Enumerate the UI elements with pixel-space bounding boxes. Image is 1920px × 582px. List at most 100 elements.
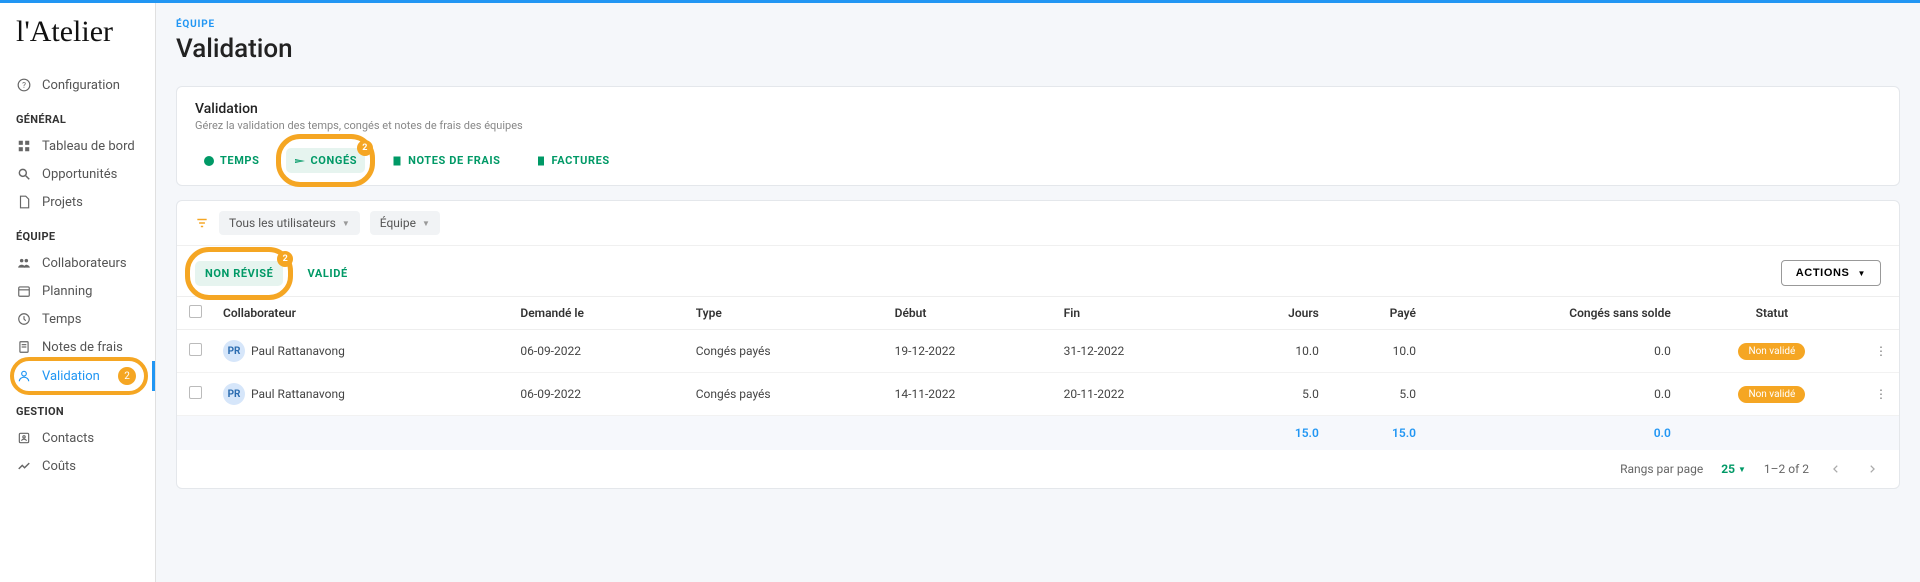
- sidebar-item-couts[interactable]: Coûts: [0, 452, 155, 480]
- notes-icon: [16, 339, 32, 355]
- breadcrumb[interactable]: ÉQUIPE: [176, 19, 1900, 30]
- sidebar-item-label: Collaborateurs: [42, 256, 127, 271]
- sidebar-item-collaborateurs[interactable]: Collaborateurs: [0, 249, 155, 277]
- th-fin[interactable]: Fin: [1054, 297, 1223, 330]
- sidebar-item-planning[interactable]: Planning: [0, 277, 155, 305]
- subtab-valide[interactable]: VALIDÉ: [297, 261, 357, 286]
- subtabs: NON RÉVISÉ 2 VALIDÉ: [195, 261, 358, 286]
- tab-temps[interactable]: TEMPS: [195, 148, 268, 173]
- sidebar-item-label: Configuration: [42, 78, 120, 93]
- th-type[interactable]: Type: [686, 297, 885, 330]
- card-subtitle: Gérez la validation des temps, congés et…: [195, 119, 1881, 132]
- chevron-down-icon: ▼: [1738, 465, 1746, 474]
- sidebar-item-temps[interactable]: Temps: [0, 305, 155, 333]
- total-jours: 15.0: [1223, 416, 1329, 451]
- logo: l'Atelier: [0, 15, 155, 67]
- filter-chip-users[interactable]: Tous les utilisateurs ▼: [219, 211, 360, 235]
- tabs: TEMPS CONGÉS 2 NOTES DE FRAIS FACTURES: [177, 142, 1899, 185]
- sidebar-item-contacts[interactable]: Contacts: [0, 424, 155, 452]
- card-title: Validation: [195, 101, 1881, 117]
- prev-page-button[interactable]: [1827, 460, 1845, 478]
- contacts-icon: [16, 430, 32, 446]
- approve-icon: [16, 368, 32, 384]
- table-row[interactable]: PRPaul Rattanavong 06-09-2022 Congés pay…: [177, 330, 1899, 373]
- magnify-icon: [16, 166, 32, 182]
- page-title: Validation: [176, 34, 1900, 64]
- sidebar-item-notes-frais[interactable]: Notes de frais: [0, 333, 155, 361]
- tab-label: NOTES DE FRAIS: [408, 154, 500, 167]
- cell-fin: 20-11-2022: [1054, 373, 1223, 416]
- cell-jours: 10.0: [1223, 330, 1329, 373]
- tab-label: CONGÉS: [311, 154, 358, 167]
- row-menu-button[interactable]: ⋮: [1875, 387, 1887, 401]
- subtab-non-revise[interactable]: NON RÉVISÉ 2: [195, 261, 283, 286]
- filter-row: Tous les utilisateurs ▼ Équipe ▼: [177, 201, 1899, 246]
- clock-icon: [203, 155, 215, 167]
- row-checkbox[interactable]: [189, 386, 202, 399]
- validation-table: Collaborateur Demandé le Type Début Fin …: [177, 296, 1899, 450]
- th-demande[interactable]: Demandé le: [510, 297, 685, 330]
- clock-icon: [16, 311, 32, 327]
- pagination: Rangs par page 25 ▼ 1–2 of 2: [177, 450, 1899, 488]
- sidebar: l'Atelier ? Configuration GÉNÉRAL Tablea…: [0, 3, 156, 582]
- select-all-checkbox[interactable]: [189, 305, 202, 318]
- chevron-down-icon: ▼: [342, 219, 350, 228]
- avatar: PR: [223, 383, 245, 405]
- sidebar-item-validation[interactable]: Validation 2: [0, 361, 155, 391]
- row-checkbox[interactable]: [189, 343, 202, 356]
- row-menu-button[interactable]: ⋮: [1875, 344, 1887, 358]
- sidebar-item-label: Tableau de bord: [42, 139, 135, 154]
- totals-row: 15.0 15.0 0.0: [177, 416, 1899, 451]
- th-debut[interactable]: Début: [885, 297, 1054, 330]
- data-card: Tous les utilisateurs ▼ Équipe ▼ NON RÉV…: [176, 200, 1900, 489]
- th-paye[interactable]: Payé: [1329, 297, 1426, 330]
- th-sans-solde[interactable]: Congés sans solde: [1426, 297, 1681, 330]
- tab-notes-frais[interactable]: NOTES DE FRAIS: [383, 148, 508, 173]
- cell-demande: 06-09-2022: [510, 330, 685, 373]
- sidebar-item-opportunites[interactable]: Opportunités: [0, 160, 155, 188]
- actions-label: ACTIONS: [1796, 267, 1850, 279]
- th-collaborateur[interactable]: Collaborateur: [213, 297, 510, 330]
- tab-badge: 2: [357, 140, 373, 156]
- people-icon: [16, 255, 32, 271]
- sidebar-item-projets[interactable]: Projets: [0, 188, 155, 216]
- flight-icon: [294, 155, 306, 167]
- tab-label: TEMPS: [220, 154, 260, 167]
- subtab-badge: 2: [277, 251, 293, 267]
- table-row[interactable]: PRPaul Rattanavong 06-09-2022 Congés pay…: [177, 373, 1899, 416]
- notes-icon: [391, 155, 403, 167]
- cell-debut: 14-11-2022: [885, 373, 1054, 416]
- cell-type: Congés payés: [686, 330, 885, 373]
- chevron-down-icon: ▼: [1857, 269, 1866, 278]
- receipt-icon: [535, 155, 547, 167]
- tab-conges[interactable]: CONGÉS 2: [286, 148, 366, 173]
- sidebar-item-configuration[interactable]: ? Configuration: [0, 71, 155, 99]
- sidebar-badge: 2: [118, 367, 136, 385]
- file-icon: [16, 194, 32, 210]
- chip-label: Équipe: [380, 216, 416, 230]
- sidebar-item-label: Coûts: [42, 459, 76, 474]
- filter-chip-equipe[interactable]: Équipe ▼: [370, 211, 440, 235]
- sidebar-item-label: Contacts: [42, 431, 94, 446]
- sidebar-item-label: Validation: [42, 369, 100, 384]
- pagination-range: 1–2 of 2: [1764, 462, 1809, 476]
- next-page-button[interactable]: [1863, 460, 1881, 478]
- th-jours[interactable]: Jours: [1223, 297, 1329, 330]
- subtab-label: NON RÉVISÉ: [205, 267, 273, 280]
- tab-factures[interactable]: FACTURES: [527, 148, 618, 173]
- actions-button[interactable]: ACTIONS ▼: [1781, 260, 1881, 286]
- rows-per-page-select[interactable]: 25 ▼: [1721, 462, 1746, 476]
- th-statut[interactable]: Statut: [1681, 297, 1863, 330]
- validation-card: Validation Gérez la validation des temps…: [176, 86, 1900, 186]
- filter-icon[interactable]: [195, 216, 209, 230]
- sidebar-item-label: Projets: [42, 195, 83, 210]
- dashboard-icon: [16, 138, 32, 154]
- status-badge: Non validé: [1738, 386, 1805, 403]
- status-badge: Non validé: [1738, 343, 1805, 360]
- chip-label: Tous les utilisateurs: [229, 216, 336, 230]
- collaborateur-name: Paul Rattanavong: [251, 387, 345, 401]
- help-icon: ?: [16, 77, 32, 93]
- svg-text:?: ?: [22, 80, 26, 90]
- sidebar-item-dashboard[interactable]: Tableau de bord: [0, 132, 155, 160]
- cell-fin: 31-12-2022: [1054, 330, 1223, 373]
